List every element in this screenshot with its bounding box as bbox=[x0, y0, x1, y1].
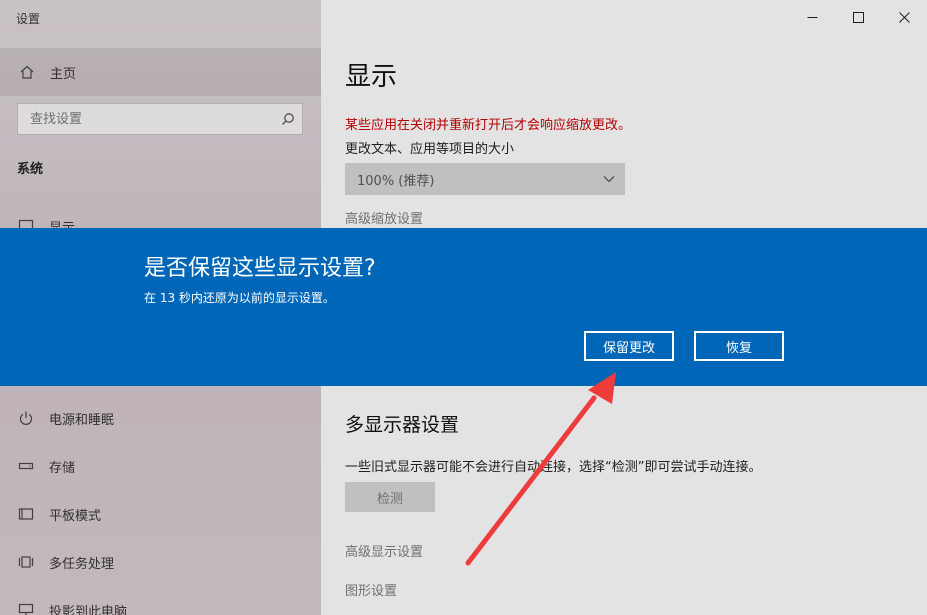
dialog-message: 在 13 秒内还原为以前的显示设置。 bbox=[144, 291, 335, 305]
keep-changes-button[interactable]: 保留更改 bbox=[584, 331, 674, 361]
revert-button[interactable]: 恢复 bbox=[694, 331, 784, 361]
dialog-title: 是否保留这些显示设置? bbox=[144, 256, 376, 281]
keep-settings-dialog: 是否保留这些显示设置? 在 13 秒内还原为以前的显示设置。 保留更改 恢复 bbox=[0, 228, 927, 386]
